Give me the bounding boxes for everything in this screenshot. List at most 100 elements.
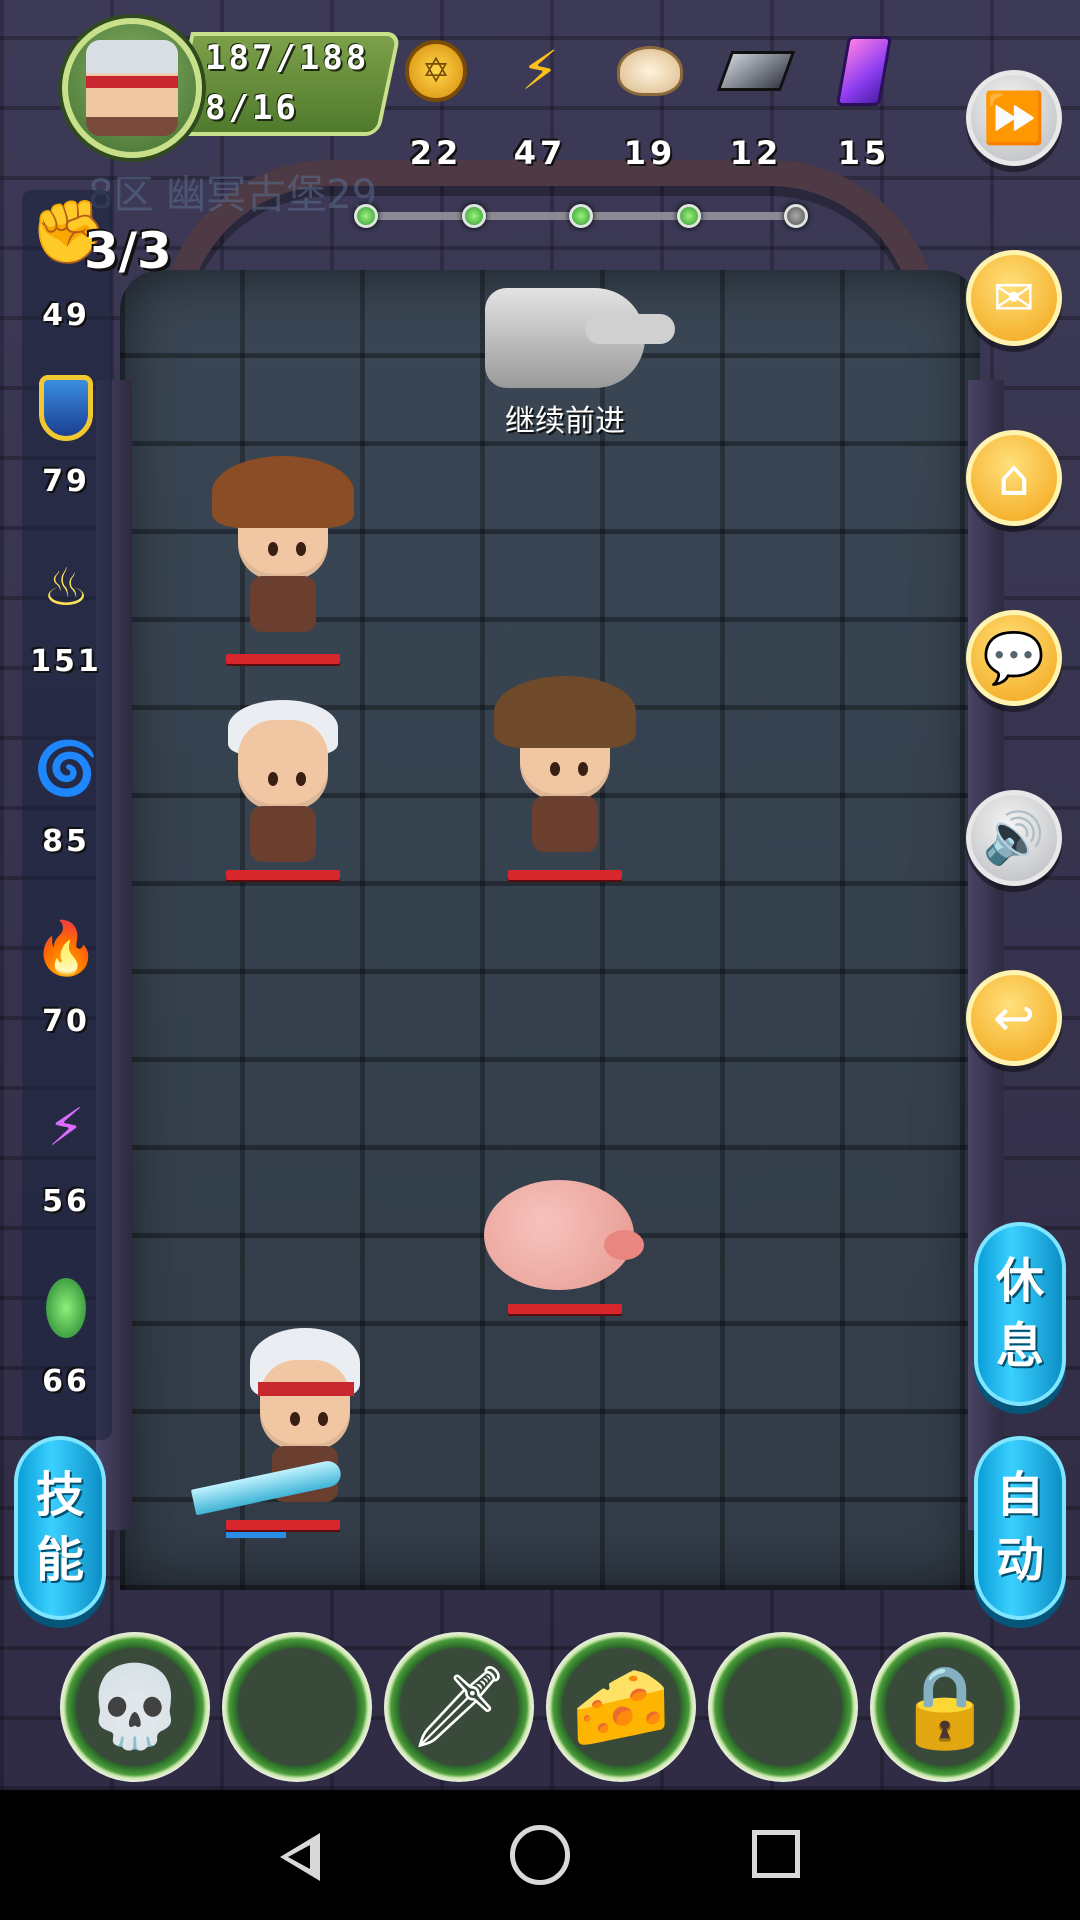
skill-char-1: 技	[35, 1467, 84, 1524]
enemy-hat	[494, 676, 636, 748]
iron-value: 12	[729, 134, 783, 172]
hero-eye	[318, 1412, 328, 1426]
fire-icon: 🔥	[33, 918, 99, 979]
enemy-body	[250, 576, 316, 632]
enemy-eye	[578, 762, 588, 776]
stat-defense: 79	[22, 372, 110, 499]
enemy-hp-bar	[226, 870, 340, 880]
enemy-eye	[268, 772, 278, 786]
stat-fire: 🔥 70	[22, 912, 110, 1040]
food-value: 19	[623, 134, 677, 172]
energy-value: 47	[513, 134, 567, 172]
recent-apps-icon[interactable]	[752, 1830, 800, 1878]
mail-icon: ✉	[993, 269, 1035, 327]
auto-char-1: 自	[995, 1467, 1044, 1524]
enemy-head	[238, 720, 328, 810]
item-slot-4[interactable]: 🧀	[546, 1632, 696, 1782]
item-slot-1[interactable]: 💀	[60, 1632, 210, 1782]
home-button[interactable]: ⌂	[966, 430, 1062, 526]
home-icon: ⌂	[998, 449, 1030, 507]
fast-forward-icon: ⏩	[982, 88, 1046, 147]
enemy-eye	[296, 542, 306, 556]
dumpling-icon	[613, 34, 687, 108]
return-arrow-icon: ↩	[993, 989, 1035, 1047]
chat-button[interactable]: 💬	[966, 610, 1062, 706]
avatar-face	[86, 40, 178, 136]
resource-gold: ✡ 22	[386, 28, 486, 178]
water-value: 85	[42, 824, 90, 859]
continue-hint-text: 继续前进	[505, 404, 625, 439]
auto-button[interactable]: 自 动	[974, 1436, 1066, 1620]
player-avatar[interactable]	[62, 18, 202, 158]
item-slot-2[interactable]	[222, 1632, 372, 1782]
resource-gem: 15	[814, 28, 914, 178]
stage-progress-dot	[354, 204, 378, 228]
skill-char-2: 能	[35, 1532, 84, 1588]
player-level: 8/16	[205, 88, 299, 128]
hero-hp-bar	[226, 1520, 340, 1530]
attack-value: 49	[42, 298, 90, 333]
rest-char-2: 息	[995, 1318, 1044, 1374]
boar-snout	[604, 1230, 644, 1260]
holy-flame-icon: ♨	[42, 558, 90, 618]
rest-button[interactable]: 休 息	[974, 1222, 1066, 1406]
enemy-villager-strawhat[interactable]	[494, 670, 636, 870]
enemy-hp-bar	[226, 654, 340, 664]
attempt-counter: 3/3	[84, 222, 172, 280]
gold-value: 22	[409, 134, 463, 172]
speaker-icon: 🔊	[982, 808, 1046, 867]
sword-icon: 🗡	[408, 1660, 510, 1753]
stage-progress-dot	[784, 204, 808, 228]
enemy-villager-hammer[interactable]	[218, 680, 348, 880]
fire-value: 70	[42, 1004, 90, 1039]
system-nav-bar	[0, 1790, 1080, 1920]
iron-ingot-icon	[716, 34, 796, 108]
item-slot-5[interactable]	[708, 1632, 858, 1782]
lightning-bolt-icon: ⚡	[47, 1098, 85, 1158]
resource-food: 19	[600, 28, 700, 178]
holy-value: 151	[30, 644, 102, 679]
crystal-icon	[827, 34, 901, 108]
pointing-hand-icon	[485, 288, 675, 388]
cheese-icon: 🧀	[571, 1660, 671, 1753]
stage-progress-dot	[676, 204, 701, 228]
shield-icon	[30, 372, 102, 444]
enemy-body	[532, 796, 598, 852]
fast-forward-button[interactable]: ⏩	[966, 70, 1062, 166]
skull-icon: 💀	[85, 1660, 185, 1753]
enemy-eye	[550, 762, 560, 776]
enemy-hp-bar	[508, 1304, 622, 1314]
location-title: 8区 幽冥古堡29	[88, 172, 378, 218]
defense-value: 79	[42, 464, 90, 499]
mail-button[interactable]: ✉	[966, 250, 1062, 346]
stat-attack: 49	[22, 298, 110, 333]
auto-char-2: 动	[995, 1532, 1044, 1588]
enemy-hp-bar	[508, 870, 622, 880]
stage-progress-dot	[461, 204, 486, 228]
return-button[interactable]: ↩	[966, 970, 1062, 1066]
enemy-eye	[268, 542, 278, 556]
lightning-value: 56	[42, 1184, 90, 1219]
stat-water: 🌀 85	[22, 732, 110, 860]
sound-button[interactable]: 🔊	[966, 790, 1062, 886]
continue-hint[interactable]: 继续前进	[470, 288, 675, 440]
game-screen: 8区 幽冥古堡29 187/188 8/16 ✡ 22 ⚡ 47 19 12 1…	[0, 0, 1080, 1790]
avatar-headband	[86, 76, 178, 88]
player-hp: 187/188	[205, 38, 370, 78]
enemy-villager-satchel[interactable]	[212, 450, 354, 650]
skill-button[interactable]: 技 能	[14, 1436, 106, 1620]
stat-holy: ♨ 151	[22, 552, 110, 679]
poison-value: 66	[42, 1364, 90, 1399]
back-icon[interactable]	[270, 1825, 330, 1885]
enemy-body	[250, 806, 316, 862]
rest-char-1: 休	[995, 1253, 1044, 1310]
resource-iron: 12	[706, 28, 806, 178]
gem-value: 15	[837, 134, 891, 172]
item-slot-3[interactable]: 🗡	[384, 1632, 534, 1782]
enemy-hat	[212, 456, 354, 528]
hero-head	[260, 1360, 350, 1450]
enemy-boar[interactable]	[484, 1150, 654, 1300]
home-circle-icon[interactable]	[510, 1825, 570, 1885]
water-wave-icon: 🌀	[33, 738, 99, 799]
item-slot-6[interactable]: 🔒	[870, 1632, 1020, 1782]
